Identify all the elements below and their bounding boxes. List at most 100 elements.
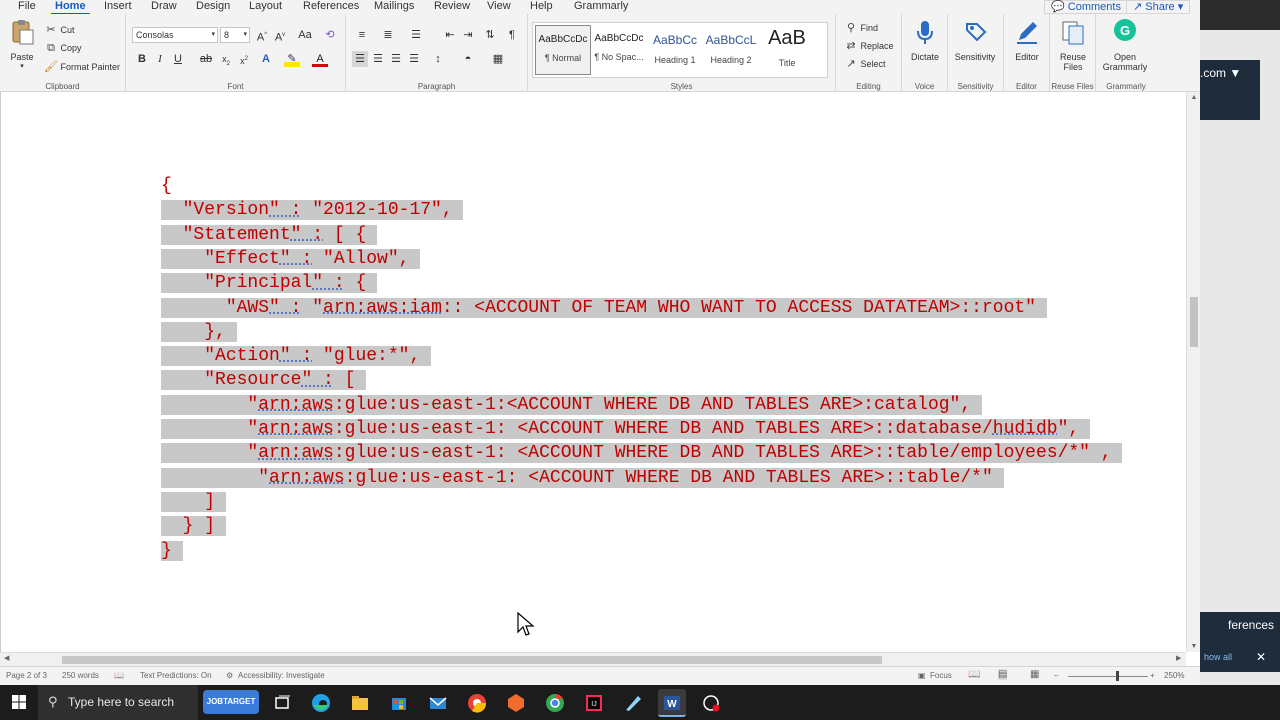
code-line[interactable]: "arn:aws:glue:us-east-1: <ACCOUNT WHERE … [161, 417, 1090, 441]
microsoft-store-icon[interactable] [385, 689, 413, 717]
font-color-icon[interactable]: A [312, 51, 328, 67]
scroll-right-icon[interactable]: ▶ [1176, 654, 1181, 662]
dictate-button[interactable]: Dictate [902, 18, 948, 62]
tab-references[interactable]: References [299, 0, 363, 13]
zoom-slider[interactable] [1068, 676, 1148, 677]
vertical-scrollbar[interactable]: ▲ ▼ [1186, 92, 1200, 652]
chrome-alt-icon[interactable] [463, 689, 491, 717]
grow-font-button[interactable]: A^ [254, 27, 270, 43]
web-layout-icon[interactable]: ▦ [1030, 669, 1039, 680]
select-button[interactable]: ↗ Select [844, 57, 886, 71]
shading-icon[interactable]: ◓ [460, 51, 476, 67]
format-painter-button[interactable]: 🖌 Format Painter [44, 60, 120, 74]
close-icon[interactable]: ✕ [1256, 650, 1266, 664]
code-line[interactable]: "arn:aws:glue:us-east-1: <ACCOUNT WHERE … [161, 466, 1004, 490]
clear-formatting-icon[interactable]: ⟲ [322, 27, 338, 43]
justify-icon[interactable]: ☰ [406, 51, 422, 67]
open-grammarly-button[interactable]: G Open Grammarly [1102, 18, 1148, 72]
font-name-select[interactable]: Consolas ▾ [132, 27, 218, 43]
code-line[interactable]: "arn:aws:glue:us-east-1:<ACCOUNT WHERE D… [161, 393, 982, 417]
underline-button[interactable]: U [170, 51, 186, 67]
decrease-indent-icon[interactable]: ⇤ [442, 27, 458, 43]
app-feather-icon[interactable] [619, 689, 647, 717]
text-effects-icon[interactable]: A [258, 51, 274, 67]
read-mode-icon[interactable]: 📖 [968, 669, 980, 680]
cut-button[interactable]: ✂ Cut [44, 23, 75, 37]
numbering-icon[interactable]: ≣ [380, 27, 396, 43]
show-all-link[interactable]: how all [1204, 652, 1232, 662]
code-line[interactable]: }, [161, 320, 237, 344]
text-predictions-status[interactable]: Text Predictions: On [140, 671, 212, 680]
task-view-icon[interactable] [268, 689, 296, 717]
tab-home[interactable]: Home [51, 0, 90, 15]
tab-layout[interactable]: Layout [245, 0, 286, 13]
tab-mailings[interactable]: Mailings [370, 0, 418, 13]
italic-button[interactable]: I [152, 51, 168, 67]
vertical-scroll-thumb[interactable] [1190, 297, 1198, 347]
bullets-icon[interactable]: ≡ [354, 27, 370, 43]
code-line[interactable]: } [161, 539, 183, 563]
style-normal[interactable]: AaBbCcDc ¶ Normal [535, 25, 591, 75]
zoom-slider-thumb[interactable] [1116, 671, 1119, 681]
scroll-up-icon[interactable]: ▲ [1190, 94, 1198, 101]
recorder-icon[interactable] [697, 689, 725, 717]
share-button[interactable]: ↗ Share ▾ [1126, 0, 1190, 14]
security-app-icon[interactable] [502, 689, 530, 717]
highlight-icon[interactable]: ✎ [284, 51, 300, 67]
focus-button[interactable]: Focus [930, 671, 952, 680]
document-canvas[interactable]: { "Version" : "2012-10-17", "Statement" … [0, 92, 1186, 652]
comments-button[interactable]: 💬 Comments [1044, 0, 1128, 14]
code-line[interactable]: "Version" : "2012-10-17", [161, 198, 463, 222]
superscript-button[interactable]: x2 [236, 51, 252, 67]
code-line[interactable]: } ] [161, 514, 226, 538]
code-line[interactable]: { [161, 174, 172, 198]
style-heading-1[interactable]: AaBbCc Heading 1 [647, 25, 703, 75]
file-explorer-icon[interactable] [346, 689, 374, 717]
chrome-icon[interactable] [541, 689, 569, 717]
paste-button[interactable]: Paste ▾ [4, 18, 40, 70]
intellij-icon[interactable]: IJ [580, 689, 608, 717]
zoom-out-icon[interactable]: – [1054, 671, 1058, 680]
editor-button[interactable]: Editor [1004, 18, 1050, 62]
tab-insert[interactable]: Insert [100, 0, 136, 13]
font-size-select[interactable]: 8 ▾ [220, 27, 250, 43]
word-count[interactable]: 250 words [62, 671, 99, 680]
jobtarget-app[interactable]: JOBTARGET [203, 690, 259, 714]
shrink-font-button[interactable]: Av [272, 27, 288, 43]
horizontal-scroll-thumb[interactable] [62, 656, 882, 664]
code-line[interactable]: ] [161, 490, 226, 514]
align-left-icon[interactable]: ☰ [352, 51, 368, 67]
tab-help[interactable]: Help [526, 0, 557, 13]
code-line[interactable]: "AWS" : "arn:aws:iam:: <ACCOUNT OF TEAM … [161, 296, 1047, 320]
subscript-button[interactable]: x2 [218, 51, 234, 67]
tab-review[interactable]: Review [430, 0, 474, 13]
edge-browser-icon[interactable] [307, 689, 335, 717]
style-heading-2[interactable]: AaBbCcL Heading 2 [703, 25, 759, 75]
code-line[interactable]: "Action" : "glue:*", [161, 344, 431, 368]
increase-indent-icon[interactable]: ⇥ [460, 27, 476, 43]
print-layout-icon[interactable]: ▤ [998, 669, 1007, 680]
tab-file[interactable]: File [14, 0, 40, 13]
tab-draw[interactable]: Draw [147, 0, 181, 13]
style-title[interactable]: AaB Title [759, 25, 815, 75]
tab-view[interactable]: View [483, 0, 515, 13]
bold-button[interactable]: B [134, 51, 150, 67]
zoom-in-icon[interactable]: + [1150, 671, 1155, 680]
line-spacing-icon[interactable]: ↕ [430, 51, 446, 67]
replace-button[interactable]: ⇄ Replace [844, 39, 894, 53]
scroll-down-icon[interactable]: ▼ [1190, 643, 1198, 650]
tab-design[interactable]: Design [192, 0, 234, 13]
taskbar-search-box[interactable]: ⚲ Type here to search [38, 685, 198, 720]
code-line[interactable]: "Resource" : [ [161, 368, 366, 392]
zoom-level[interactable]: 250% [1164, 671, 1184, 680]
tab-grammarly[interactable]: Grammarly [570, 0, 632, 13]
multilevel-list-icon[interactable]: ☰ [408, 27, 424, 43]
sort-icon[interactable]: ⇅ [482, 27, 498, 43]
horizontal-scrollbar[interactable]: ◀ ▶ [0, 652, 1186, 666]
align-center-icon[interactable]: ☰ [370, 51, 386, 67]
proofing-icon[interactable]: 📖 [114, 671, 124, 680]
align-right-icon[interactable]: ☰ [388, 51, 404, 67]
strikethrough-button[interactable]: ab [198, 51, 214, 67]
scroll-left-icon[interactable]: ◀ [4, 654, 9, 662]
start-button[interactable] [0, 685, 38, 720]
